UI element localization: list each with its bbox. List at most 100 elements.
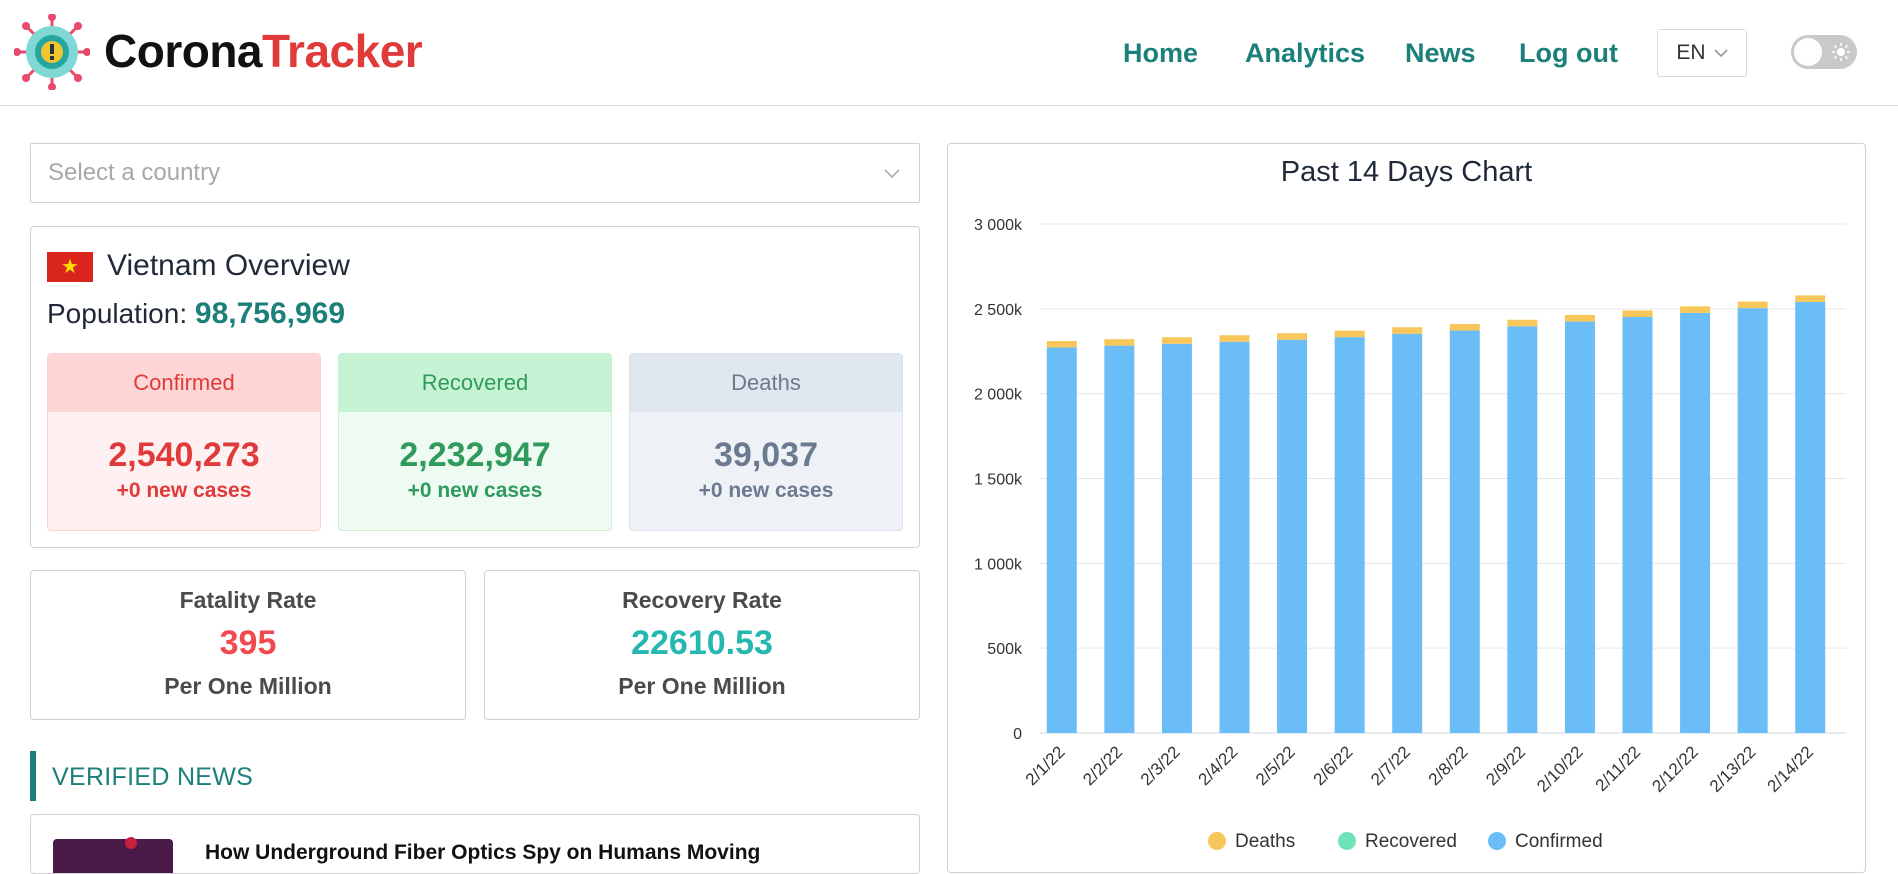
confirmed-value: 2,540,273	[108, 436, 260, 474]
y-tick-label: 2 500k	[974, 302, 1023, 319]
brand-part1: Corona	[104, 25, 263, 77]
sun-icon	[1832, 43, 1850, 61]
country-select-placeholder: Select a country	[48, 159, 221, 186]
vietnam-flag-icon: ★	[47, 252, 93, 282]
confirmed-card: Confirmed 2,540,273 +0 new cases	[47, 353, 321, 531]
population-value: 98,756,969	[194, 297, 346, 330]
deaths-bar	[1277, 333, 1308, 340]
y-tick-label: 2 000k	[974, 387, 1023, 404]
verified-news-title: VERIFIED NEWS	[52, 763, 254, 791]
nav-home[interactable]: Home	[1123, 38, 1198, 69]
x-tick-label: 2/8/22	[1425, 742, 1472, 789]
recovery-rate-card: Recovery Rate 22610.53 Per One Million	[484, 570, 920, 720]
deaths-bar	[1392, 327, 1423, 334]
nav-news[interactable]: News	[1405, 38, 1476, 69]
confirmed-bar	[1104, 345, 1135, 733]
legend-marker	[1208, 832, 1226, 850]
x-tick-label: 2/10/22	[1533, 742, 1587, 796]
deaths-bar	[1219, 335, 1250, 342]
legend-marker	[1488, 832, 1506, 850]
x-tick-label: 2/11/22	[1592, 742, 1645, 795]
nav-analytics[interactable]: Analytics	[1245, 38, 1365, 69]
confirmed-new: +0 new cases	[116, 479, 252, 502]
population: Population: 98,756,969	[47, 297, 345, 331]
deaths-bar	[1507, 319, 1538, 327]
x-tick-label: 2/2/22	[1079, 742, 1126, 789]
deaths-bar	[1161, 337, 1192, 344]
y-tick-label: 1 000k	[974, 556, 1023, 573]
fatality-rate-card: Fatality Rate 395 Per One Million	[30, 570, 466, 720]
news-accent-bar	[30, 751, 36, 801]
x-tick-label: 2/9/22	[1482, 742, 1529, 789]
deaths-value: 39,037	[714, 436, 818, 474]
confirmed-bar	[1161, 343, 1192, 733]
deaths-bar	[1795, 295, 1826, 303]
virus-logo-icon[interactable]	[14, 14, 90, 90]
language-select[interactable]: EN	[1657, 29, 1747, 77]
x-tick-label: 2/1/22	[1022, 742, 1069, 789]
deaths-label: Deaths	[630, 354, 902, 412]
deaths-bar	[1680, 306, 1711, 313]
nav-logout[interactable]: Log out	[1519, 38, 1618, 69]
deaths-bar	[1564, 314, 1595, 322]
news-thumbnail[interactable]	[53, 837, 173, 873]
recovered-card: Recovered 2,232,947 +0 new cases	[338, 353, 612, 531]
recovery-rate-value: 22610.53	[631, 624, 773, 662]
x-tick-label: 2/14/22	[1763, 742, 1817, 796]
top-header: CoronaTracker Home Analytics News Log ou…	[0, 0, 1898, 106]
news-item[interactable]: How Underground Fiber Optics Spy on Huma…	[30, 814, 920, 874]
confirmed-bar	[1622, 316, 1653, 733]
recovered-new: +0 new cases	[407, 479, 543, 502]
toggle-knob	[1794, 38, 1822, 66]
chevron-down-icon	[1714, 49, 1728, 58]
recovered-label: Recovered	[339, 354, 611, 412]
y-tick-label: 1 500k	[974, 472, 1023, 489]
country-select[interactable]: Select a country	[30, 143, 920, 203]
country-overview-card: ★ Vietnam Overview Population: 98,756,96…	[30, 226, 920, 548]
confirmed-label: Confirmed	[48, 354, 320, 412]
recovered-value: 2,232,947	[399, 436, 551, 474]
x-tick-label: 2/13/22	[1706, 742, 1760, 796]
deaths-bar	[1737, 301, 1768, 309]
legend-label: Recovered	[1365, 831, 1457, 852]
confirmed-bar	[1564, 321, 1595, 733]
confirmed-bar	[1680, 312, 1711, 733]
confirmed-bar	[1392, 333, 1423, 733]
confirmed-bar	[1449, 330, 1480, 733]
legend-label: Confirmed	[1515, 831, 1603, 852]
confirmed-bar	[1737, 308, 1768, 733]
brand-title[interactable]: CoronaTracker	[104, 24, 423, 78]
deaths-card: Deaths 39,037 +0 new cases	[629, 353, 903, 531]
legend-label: Deaths	[1235, 831, 1295, 852]
language-value: EN	[1676, 41, 1706, 64]
deaths-bar	[1046, 341, 1077, 348]
deaths-bar	[1104, 339, 1135, 346]
deaths-bar	[1622, 310, 1653, 317]
past-14-days-chart: 0 500k 1 000k 1 500k 2 000k 2 500k 3 000k 2/1/2…	[974, 217, 1846, 852]
brand-part2: Tracker	[262, 25, 423, 77]
theme-toggle[interactable]	[1791, 35, 1857, 69]
confirmed-bar	[1277, 339, 1308, 733]
recovery-rate-unit: Per One Million	[618, 673, 786, 699]
news-thumbnail-dot	[125, 837, 137, 849]
fatality-rate-value: 395	[219, 624, 277, 662]
deaths-bar	[1334, 330, 1365, 338]
legend-marker	[1338, 832, 1356, 850]
y-tick-label: 3 000k	[974, 217, 1023, 234]
recovery-rate-label: Recovery Rate	[622, 587, 782, 613]
deaths-bar	[1449, 323, 1480, 331]
population-label: Population:	[47, 298, 188, 329]
x-tick-label: 2/4/22	[1194, 742, 1241, 789]
fatality-rate-label: Fatality Rate	[179, 587, 317, 613]
chevron-down-icon	[884, 169, 900, 179]
confirmed-bar	[1795, 302, 1826, 733]
overview-title: Vietnam Overview	[107, 249, 350, 282]
y-tick-label: 500k	[987, 641, 1023, 658]
x-tick-label: 2/6/22	[1310, 742, 1357, 789]
deaths-new: +0 new cases	[698, 479, 834, 502]
confirmed-bar	[1334, 337, 1365, 733]
x-tick-label: 2/5/22	[1252, 742, 1299, 789]
y-tick-label: 0	[1013, 726, 1022, 743]
x-tick-label: 2/7/22	[1367, 742, 1414, 789]
news-headline[interactable]: How Underground Fiber Optics Spy on Huma…	[205, 841, 760, 865]
